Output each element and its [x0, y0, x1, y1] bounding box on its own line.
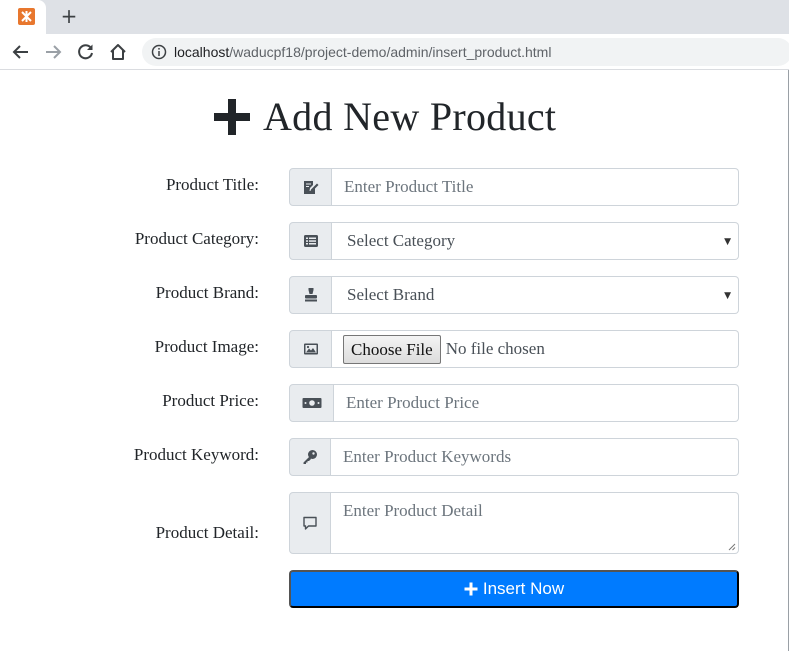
- label-product-title: Product Title:: [165, 175, 259, 194]
- product-price-input[interactable]: Enter Product Price: [334, 384, 739, 422]
- browser-tab[interactable]: [0, 0, 46, 34]
- product-detail-group: Enter Product Detail: [289, 492, 739, 554]
- file-status-text: No file chosen: [445, 339, 545, 358]
- product-title-input[interactable]: Enter Product Title: [332, 168, 739, 206]
- info-icon[interactable]: [151, 44, 167, 60]
- money-icon: [302, 398, 321, 408]
- browser-toolbar: localhost/waducpf18/project-demo/admin/i…: [0, 34, 789, 70]
- product-price-addon: [289, 384, 334, 422]
- home-icon[interactable]: [108, 42, 128, 62]
- page-title: Add New Product: [213, 92, 556, 142]
- product-detail-placeholder: Enter Product Detail: [343, 501, 483, 520]
- label-product-keyword: Product Keyword:: [133, 445, 259, 464]
- product-title-addon: [289, 168, 332, 206]
- label-product-image: Product Image:: [154, 337, 259, 356]
- forward-icon[interactable]: [43, 42, 63, 62]
- plus-icon: [214, 99, 250, 135]
- key-icon: [303, 450, 317, 464]
- reload-icon[interactable]: [76, 42, 96, 62]
- address-bar[interactable]: localhost/waducpf18/project-demo/admin/i…: [142, 38, 789, 66]
- url-host: localhost: [174, 44, 230, 60]
- product-category-selected: Select Category: [347, 231, 456, 250]
- product-keyword-input[interactable]: Enter Product Keywords: [331, 438, 739, 476]
- insert-now-label: Insert Now: [482, 579, 565, 598]
- new-tab-button[interactable]: +: [60, 5, 78, 27]
- product-brand-group: Select Brand ▼: [289, 276, 739, 314]
- xampp-favicon-icon: [18, 8, 35, 25]
- product-detail-addon: [289, 492, 331, 554]
- page-title-text: Add New Product: [263, 94, 557, 139]
- product-brand-selected: Select Brand: [347, 285, 435, 304]
- label-product-price: Product Price:: [162, 391, 259, 410]
- product-price-group: Enter Product Price: [289, 384, 739, 422]
- edit-icon: [303, 181, 318, 194]
- label-product-category: Product Category:: [134, 229, 259, 248]
- stamp-icon: [304, 288, 317, 302]
- product-brand-select[interactable]: Select Brand ▼: [332, 276, 739, 314]
- url-path: /waducpf18/project-demo/admin/insert_pro…: [229, 44, 552, 60]
- comment-icon: [303, 516, 317, 530]
- product-image-addon: [289, 330, 332, 368]
- list-icon: [303, 235, 318, 247]
- resize-handle-icon[interactable]: [728, 543, 736, 551]
- product-brand-addon: [289, 276, 332, 314]
- product-detail-textarea[interactable]: Enter Product Detail: [331, 492, 739, 554]
- tab-strip: +: [0, 0, 789, 34]
- product-category-select[interactable]: Select Category ▼: [332, 222, 739, 260]
- product-image-file-input[interactable]: Choose File No file chosen: [332, 330, 739, 368]
- product-category-addon: [289, 222, 332, 260]
- product-title-group: Enter Product Title: [289, 168, 739, 206]
- choose-file-button[interactable]: Choose File: [343, 334, 441, 364]
- chevron-down-icon: ▼: [724, 291, 731, 301]
- chevron-down-icon: ▼: [724, 237, 731, 247]
- image-icon: [303, 343, 318, 355]
- product-image-group: Choose File No file chosen: [289, 330, 739, 368]
- product-keyword-group: Enter Product Keywords: [289, 438, 739, 476]
- plus-icon: [464, 582, 478, 596]
- url-text: localhost/waducpf18/project-demo/admin/i…: [174, 44, 551, 60]
- label-product-detail: Product Detail:: [155, 523, 259, 542]
- insert-now-button[interactable]: Insert Now: [289, 570, 739, 608]
- product-category-group: Select Category ▼: [289, 222, 739, 260]
- product-keyword-addon: [289, 438, 331, 476]
- back-icon[interactable]: [11, 42, 31, 62]
- label-product-brand: Product Brand:: [155, 283, 259, 302]
